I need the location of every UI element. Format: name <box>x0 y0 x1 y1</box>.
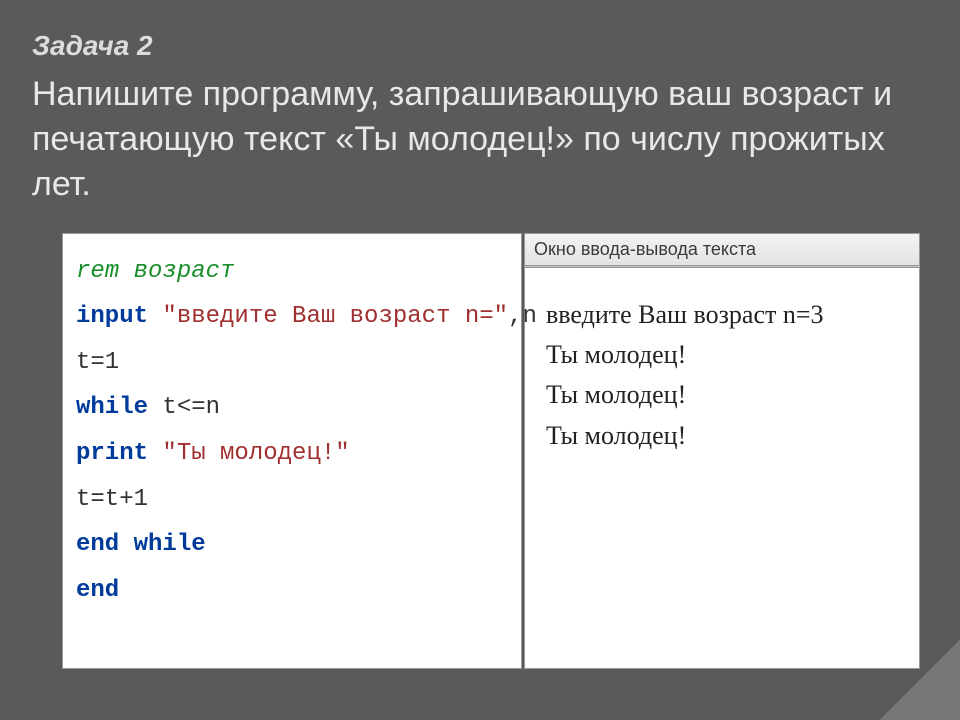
code-line: t=1 <box>76 340 508 386</box>
code-token-plain: t=t+1 <box>76 486 148 513</box>
code-pane: rem возраст input "введите Ваш возраст n=… <box>62 233 522 669</box>
code-line: input "введите Ваш возраст n=",n <box>76 294 508 340</box>
code-token-rem: rem возраст <box>76 258 234 285</box>
output-line: Ты молодец! <box>546 335 900 375</box>
output-line: Ты молодец! <box>546 375 900 415</box>
output-line: Ты молодец! <box>546 416 900 456</box>
code-line: end <box>76 568 508 614</box>
code-token-plain: t=1 <box>76 349 119 376</box>
slide: Задача 2 Напишите программу, запрашивающ… <box>0 0 960 720</box>
code-line: rem возраст <box>76 249 508 295</box>
panels-row: rem возраст input "введите Ваш возраст n=… <box>32 233 928 669</box>
code-token-kw: end <box>76 577 119 604</box>
output-pane: Окно ввода-вывода текста введите Ваш воз… <box>524 233 920 669</box>
task-label: Задача 2 <box>32 30 928 62</box>
code-line: t=t+1 <box>76 477 508 523</box>
code-token-kw: while <box>76 394 162 421</box>
output-pane-title: Окно ввода-вывода текста <box>524 233 920 267</box>
code-token-kw: print <box>76 440 162 467</box>
code-token-kw: input <box>76 303 162 330</box>
output-line: введите Ваш возраст n=3 <box>546 295 900 335</box>
code-token-plain: ,n <box>508 303 537 330</box>
code-token-kw: end while <box>76 531 206 558</box>
task-text: Напишите программу, запрашивающую ваш во… <box>32 72 928 207</box>
code-token-plain: t<=n <box>162 394 220 421</box>
code-token-str: "Ты молодец!" <box>162 440 349 467</box>
code-line: print "Ты молодец!" <box>76 431 508 477</box>
code-line: while t<=n <box>76 385 508 431</box>
output-pane-body: введите Ваш возраст n=3Ты молодец!Ты мол… <box>524 267 920 669</box>
code-line: end while <box>76 522 508 568</box>
code-token-str: "введите Ваш возраст n=" <box>162 303 508 330</box>
